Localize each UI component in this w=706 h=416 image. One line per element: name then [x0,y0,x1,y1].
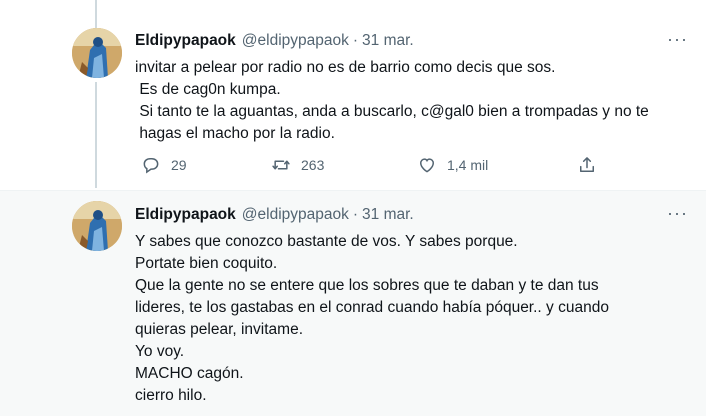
share-button[interactable] [577,155,597,175]
separator-dot: · [352,32,359,49]
tweet-date[interactable]: 31 mar. [362,206,414,224]
reply-count: 29 [171,157,187,173]
separator-dot: · [352,206,359,223]
like-count: 1,4 mil [447,157,489,173]
user-handle[interactable]: @eldipypapaok [242,206,349,224]
reply-icon [143,158,159,174]
tweet-text: Y sabes que conozco bastante de vos. Y s… [135,233,609,404]
more-options-icon[interactable]: ··· [667,203,688,224]
avatar[interactable] [72,201,122,251]
more-options-icon[interactable]: ··· [667,29,688,50]
thread-connector [95,82,97,188]
tweet-date[interactable]: 31 mar. [362,32,414,50]
tweet-header: Eldipypapaok @eldipypapaok · 31 mar. [135,206,414,228]
avatar[interactable] [72,28,122,78]
display-name[interactable]: Eldipypapaok [135,32,236,50]
reply-button[interactable]: 29 [141,155,187,175]
tweet-text: invitar a pelear por radio no es de barr… [135,59,649,142]
share-icon [580,157,594,172]
retweet-button[interactable]: 263 [271,155,324,175]
display-name[interactable]: Eldipypapaok [135,206,236,224]
user-handle[interactable]: @eldipypapaok [242,32,349,50]
retweet-icon [272,160,290,170]
heart-icon [419,158,435,173]
like-button[interactable]: 1,4 mil [417,155,488,175]
tweet-header: Eldipypapaok @eldipypapaok · 31 mar. [135,32,414,54]
tweet-2[interactable]: Eldipypapaok @eldipypapaok · 31 mar. ···… [0,190,706,416]
tweet-1[interactable]: Eldipypapaok @eldipypapaok · 31 mar. ···… [0,0,706,190]
retweet-count: 263 [301,157,325,173]
tweet-actions: 29 263 1,4 mil [135,155,605,179]
